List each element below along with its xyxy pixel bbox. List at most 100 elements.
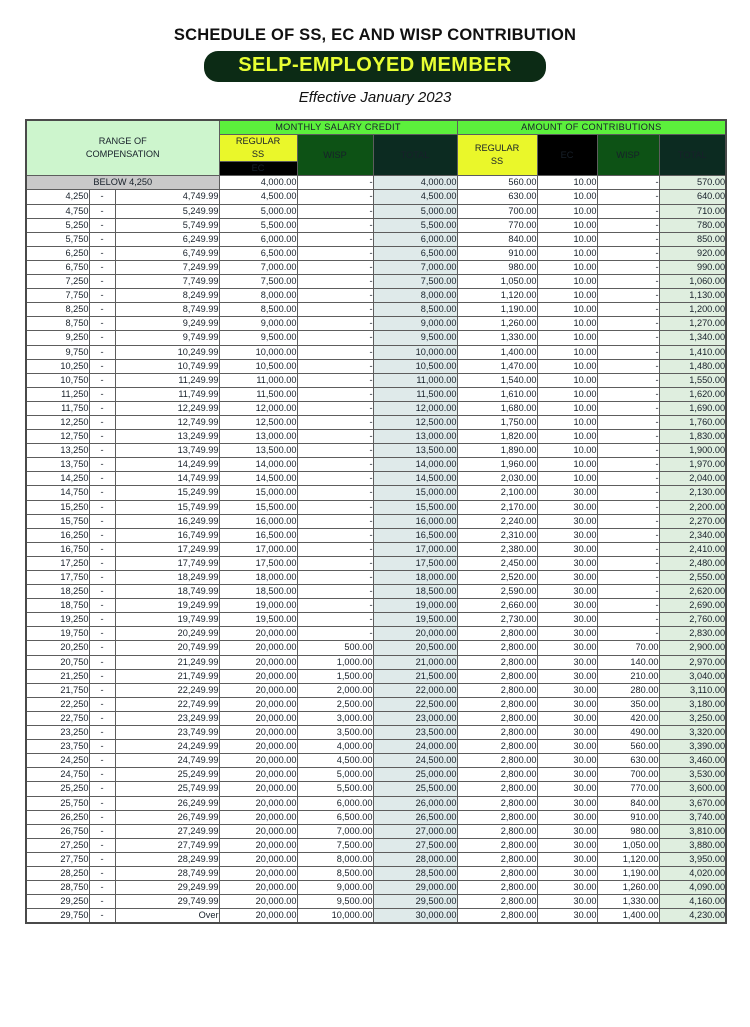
cell-contrib-regular-ss: 770.00: [456, 217, 538, 233]
range-dash: -: [88, 880, 116, 896]
range-dash: -: [88, 781, 116, 797]
range-dash: -: [88, 386, 116, 402]
group-header-amount-of-contributions: AMOUNT OF CONTRIBUTIONS: [456, 119, 727, 136]
cell-msc-regular-ss: 16,000.00: [218, 513, 298, 529]
range-high: 7,749.99: [114, 274, 220, 290]
cell-msc-total: 7,500.00: [372, 274, 458, 290]
cell-contrib-total: 1,480.00: [658, 358, 727, 374]
range-dash: -: [88, 259, 116, 276]
cell-msc-regular-ss: 5,500.00: [218, 217, 298, 233]
cell-msc-total: 26,000.00: [372, 795, 458, 811]
cell-msc-regular-ss: 20,000.00: [218, 640, 298, 656]
col-header-contrib-regular-ss: REGULAR SS: [456, 134, 538, 177]
cell-msc-regular-ss: 9,000.00: [218, 316, 298, 332]
range-dash: -: [88, 710, 116, 727]
table-row: 5,250-5,749.99 5,500.00-5,500.00 770.00 10.…: [25, 217, 727, 233]
cell-contrib-regular-ss: 2,800.00: [456, 781, 538, 797]
cell-contrib-ec: 30.00: [536, 654, 598, 670]
cell-contrib-regular-ss: 2,800.00: [456, 725, 538, 741]
range-dash: -: [88, 344, 116, 360]
msc-regular-label: REGULAR: [235, 136, 281, 147]
cell-contrib-ec: 30.00: [536, 767, 598, 783]
range-of-compensation-header: RANGE OF COMPENSATION: [25, 119, 220, 177]
range-high: 21,249.99: [114, 654, 220, 670]
cell-contrib-ec: 30.00: [536, 781, 598, 797]
cell-msc-wisp: 3,000.00: [296, 710, 374, 727]
cell-contrib-ec: 10.00: [536, 471, 598, 487]
range-low: 14,250: [25, 471, 90, 487]
cell-msc-regular-ss: 11,000.00: [218, 372, 298, 388]
range-low: 18,250: [25, 584, 90, 600]
col-header-contrib-total: TOTAL: [658, 134, 727, 177]
cell-msc-regular-ss: 11,500.00: [218, 386, 298, 402]
range-low: 8,750: [25, 316, 90, 332]
cell-contrib-wisp: -: [596, 288, 660, 304]
title-block: SCHEDULE OF SS, EC AND WISP CONTRIBUTION…: [0, 0, 750, 106]
cell-contrib-wisp: 1,190.00: [596, 865, 660, 882]
range-dash: -: [88, 443, 116, 459]
cell-contrib-wisp: 700.00: [596, 767, 660, 783]
cell-contrib-wisp: 770.00: [596, 781, 660, 797]
range-dash: -: [88, 372, 116, 388]
range-high: 29,249.99: [114, 880, 220, 896]
cell-contrib-ec: 30.00: [536, 541, 598, 557]
cell-contrib-ec: 10.00: [536, 288, 598, 304]
cell-msc-total: 9,500.00: [372, 330, 458, 346]
cell-msc-wisp: 9,000.00: [296, 880, 374, 896]
range-high: 26,249.99: [114, 795, 220, 811]
range-dash: -: [88, 612, 116, 628]
schedule-table: RANGE OF COMPENSATION MONTHLY SALARY CRE…: [25, 119, 728, 925]
cell-contrib-regular-ss: 2,800.00: [456, 894, 538, 910]
cell-msc-total: 6,500.00: [372, 245, 458, 261]
range-dash: -: [88, 316, 116, 332]
cell-contrib-wisp: 490.00: [596, 725, 660, 741]
cell-msc-wisp: 2,500.00: [296, 696, 374, 712]
range-dash: -: [88, 358, 116, 374]
range-low: 4,750: [25, 203, 90, 219]
range-high: 12,249.99: [114, 400, 220, 416]
cell-msc-wisp: -: [296, 429, 374, 445]
range-low: 15,250: [25, 499, 90, 515]
cell-contrib-total: 3,670.00: [658, 795, 727, 811]
table-row: 13,750-14,249.99 14,000.00-14,000.00 1,960…: [25, 457, 727, 473]
cell-contrib-total: 2,340.00: [658, 527, 727, 543]
cell-contrib-wisp: -: [596, 400, 660, 416]
cell-contrib-total: 3,530.00: [658, 767, 727, 783]
cell-contrib-total: 850.00: [658, 231, 727, 247]
cell-msc-wisp: -: [296, 175, 374, 191]
cell-msc-total: 12,500.00: [372, 414, 458, 431]
cell-contrib-wisp: 1,120.00: [596, 851, 660, 867]
cell-msc-regular-ss: 10,500.00: [218, 358, 298, 374]
cell-contrib-wisp: 560.00: [596, 739, 660, 755]
cell-contrib-ec: 30.00: [536, 527, 598, 543]
cell-contrib-total: 2,270.00: [658, 513, 727, 529]
cell-contrib-regular-ss: 2,800.00: [456, 668, 538, 684]
cell-contrib-ec: 30.00: [536, 626, 598, 642]
cell-msc-regular-ss: 14,000.00: [218, 457, 298, 473]
cell-contrib-ec: 10.00: [536, 231, 598, 247]
table-row: 16,250-16,749.99 16,500.00-16,500.00 2,310…: [25, 527, 727, 543]
cell-contrib-ec: 10.00: [536, 175, 598, 191]
range-high: 13,749.99: [114, 443, 220, 459]
cell-msc-regular-ss: 16,500.00: [218, 527, 298, 543]
cell-contrib-ec: 10.00: [536, 386, 598, 402]
cell-msc-regular-ss: 13,000.00: [218, 429, 298, 445]
cell-msc-wisp: 10,000.00: [296, 908, 374, 924]
table-row: 23,750-24,249.99 20,000.00 4,000.00 24,000.…: [25, 739, 727, 755]
msc-ss-label: SS: [251, 149, 265, 160]
cell-msc-wisp: -: [296, 612, 374, 628]
cell-contrib-ec: 30.00: [536, 725, 598, 741]
cell-contrib-wisp: -: [596, 429, 660, 445]
cell-contrib-total: 1,970.00: [658, 457, 727, 473]
member-type-badge-wrap: SELP-EMPLOYED MEMBER: [0, 51, 750, 82]
contribution-schedule-page: SCHEDULE OF SS, EC AND WISP CONTRIBUTION…: [0, 0, 750, 1027]
cell-msc-regular-ss: 20,000.00: [218, 682, 298, 698]
range-high: 27,749.99: [114, 837, 220, 853]
cell-contrib-ec: 30.00: [536, 682, 598, 698]
cell-msc-wisp: -: [296, 457, 374, 473]
cell-contrib-total: 1,830.00: [658, 429, 727, 445]
cell-msc-total: 29,500.00: [372, 894, 458, 910]
table-head: RANGE OF COMPENSATION MONTHLY SALARY CRE…: [25, 119, 727, 177]
table-row: 9,250-9,749.99 9,500.00-9,500.00 1,330.00 1…: [25, 330, 727, 346]
table-row: BELOW 4,250 4,000.00-4,000.00 560.00 10.00-…: [25, 175, 727, 191]
